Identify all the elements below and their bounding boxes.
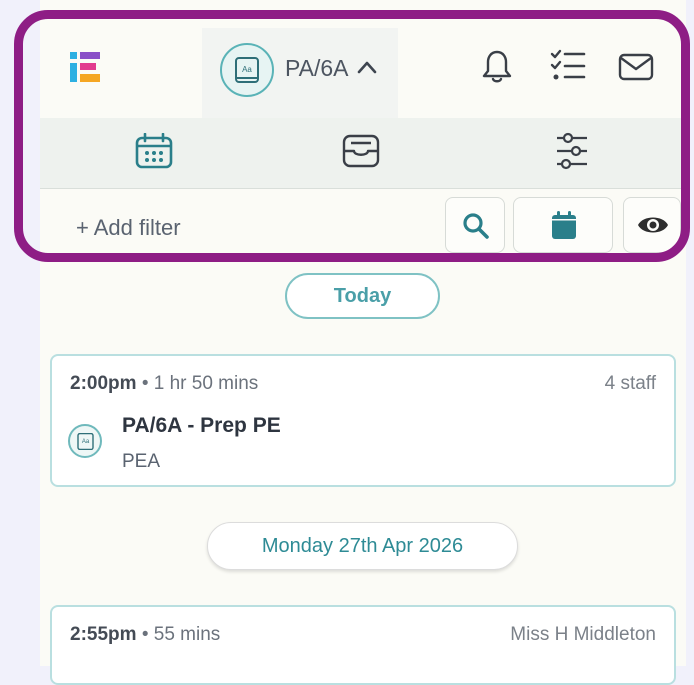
class-icon-text: Aa — [242, 65, 252, 74]
event-duration: 1 hr 50 mins — [153, 373, 259, 394]
event-time-row: 2:55pm • 55 mins — [70, 624, 220, 646]
event-staff: 4 staff — [604, 373, 656, 394]
event-time: 2:00pm — [70, 373, 137, 394]
event-duration: 55 mins — [153, 624, 221, 645]
add-filter-button[interactable]: + Add filter — [76, 215, 181, 241]
event-time: 2:55pm — [70, 624, 137, 645]
event-class-icon: Aa — [68, 424, 102, 458]
calendar-icon — [552, 211, 576, 239]
bell-icon[interactable] — [481, 49, 513, 85]
visibility-button[interactable] — [623, 197, 681, 253]
event-staff: Miss H Middleton — [510, 624, 656, 645]
class-book-icon[interactable]: Aa — [220, 43, 274, 97]
app-logo[interactable] — [70, 52, 100, 82]
event-title: PA/6A - Prep PE — [122, 414, 281, 437]
eye-icon — [638, 217, 668, 233]
event-separator: • — [141, 373, 149, 394]
search-icon — [463, 213, 489, 239]
tab-calendar-icon[interactable] — [135, 133, 173, 169]
event-icon-text: Aa — [82, 439, 90, 445]
tab-settings-sliders-icon[interactable] — [554, 131, 590, 171]
search-button[interactable] — [445, 197, 505, 253]
mail-icon[interactable] — [618, 53, 654, 81]
chevron-up-icon[interactable] — [357, 60, 377, 74]
event-time-row: 2:00pm • 1 hr 50 mins — [70, 373, 258, 395]
class-selector-label[interactable]: PA/6A — [285, 55, 349, 82]
event-card[interactable]: 2:55pm • 55 mins Miss H Middleton — [50, 605, 676, 685]
checklist-icon[interactable] — [550, 49, 586, 83]
event-separator: • — [141, 624, 149, 645]
date-picker-button[interactable] — [513, 197, 613, 253]
tab-inbox-icon[interactable] — [342, 133, 380, 169]
app-page: Aa PA/6A + Add filter Today 2:00pm • 1 h… — [40, 0, 686, 685]
date-header: Monday 27th Apr 2026 — [207, 522, 518, 570]
event-card[interactable]: 2:00pm • 1 hr 50 mins 4 staff Aa PA/6A -… — [50, 354, 676, 487]
today-button[interactable]: Today — [285, 273, 440, 319]
event-subtitle: PEA — [122, 451, 161, 472]
